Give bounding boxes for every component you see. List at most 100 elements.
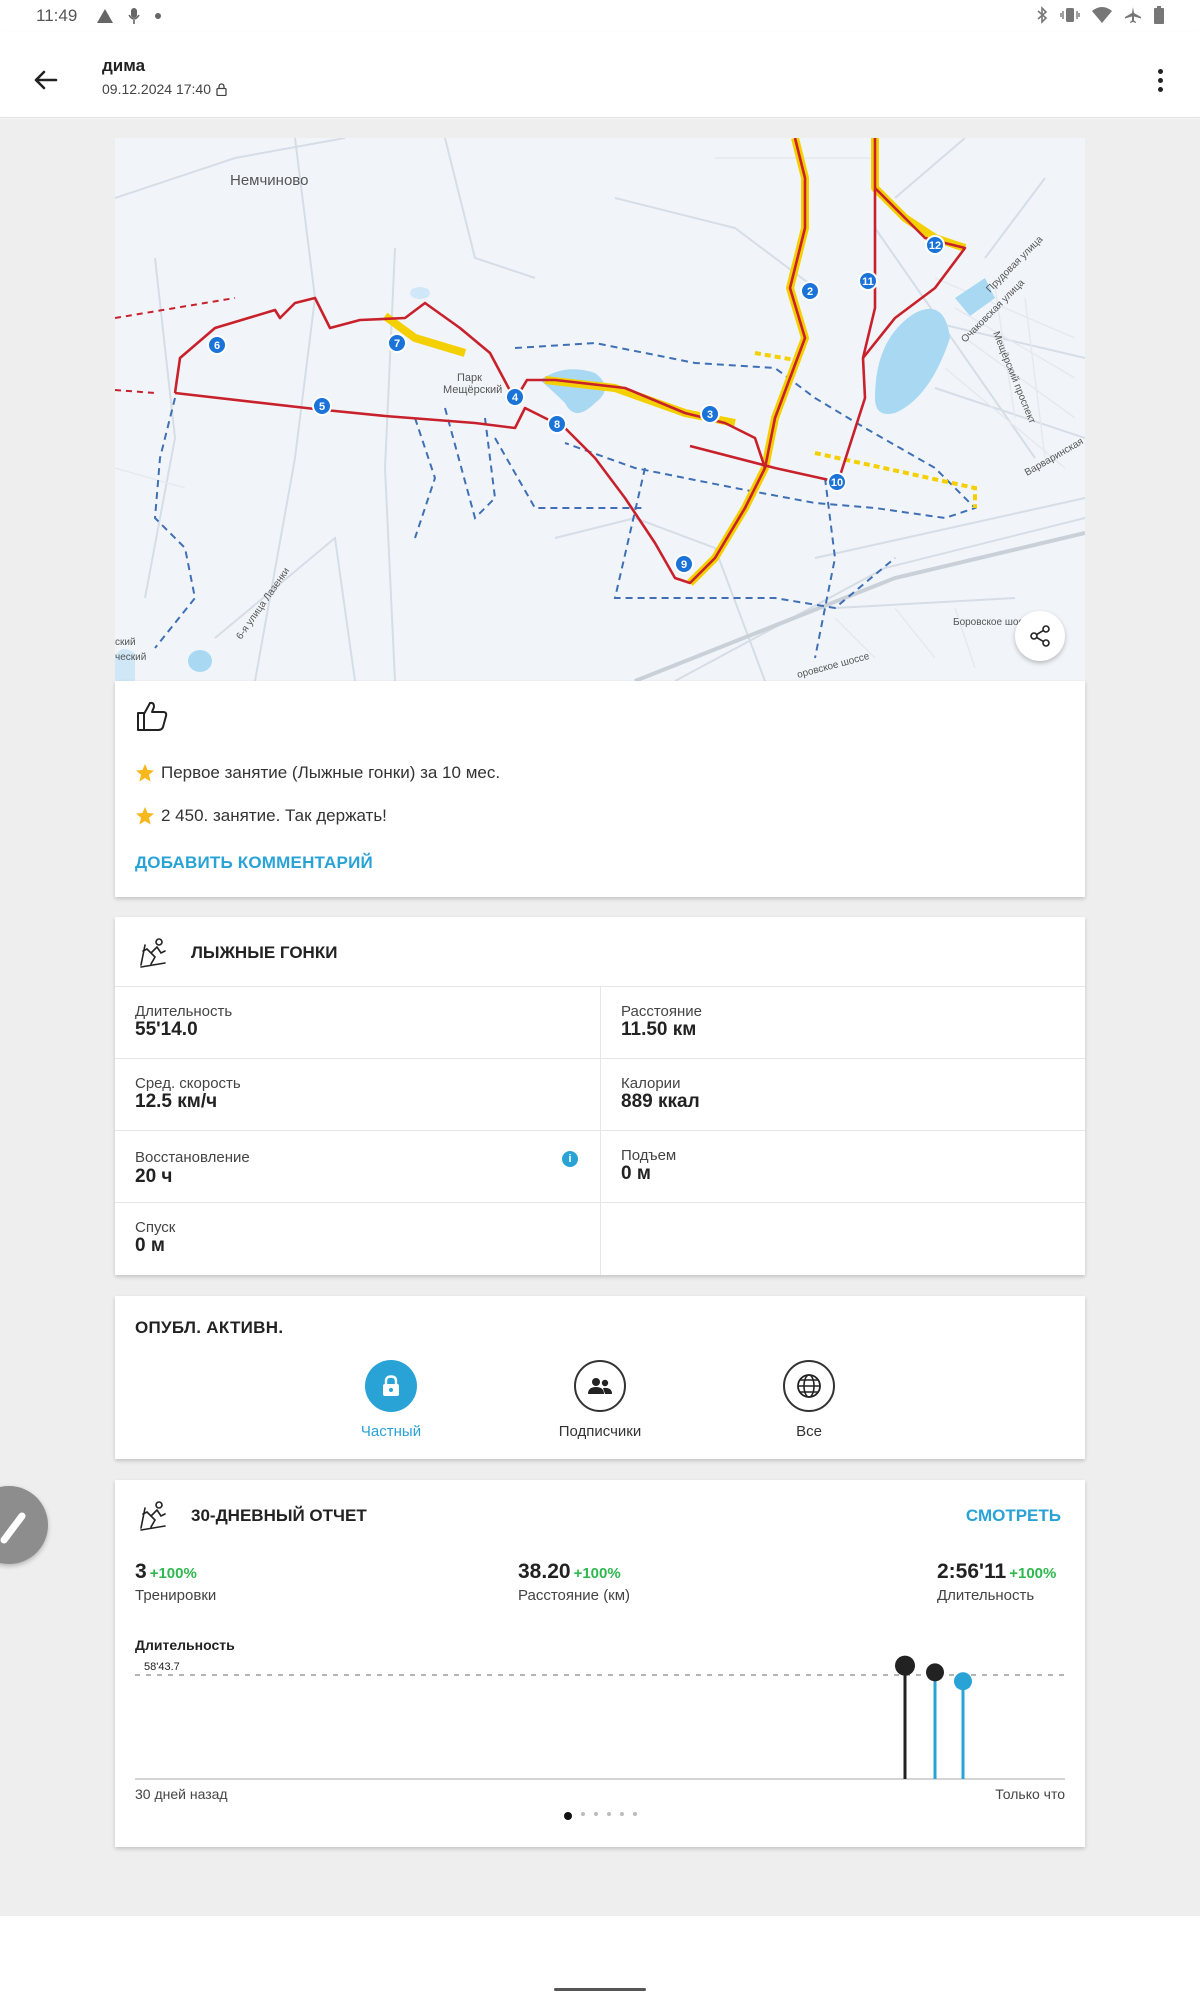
lap-marker-12[interactable]: 12 (925, 235, 945, 255)
lap-marker-7[interactable]: 7 (387, 333, 407, 353)
lap-marker-8[interactable]: 8 (547, 414, 567, 434)
svg-text:12: 12 (929, 240, 941, 252)
stat-distance: Расстояние 11.50 км (600, 987, 1085, 1059)
svg-text:10: 10 (831, 477, 843, 489)
lap-marker-10[interactable]: 10 (827, 472, 847, 492)
chart-bars (895, 1655, 972, 1779)
activity-datetime: 09.12.2024 17:40 (102, 81, 227, 97)
place-label-park: Парк (457, 372, 482, 384)
lap-marker-2[interactable]: 2 (800, 281, 820, 301)
lap-marker-6[interactable]: 6 (207, 335, 227, 355)
svg-text:2: 2 (807, 286, 813, 298)
more-vert-icon-dot (1157, 86, 1163, 92)
back-button[interactable] (26, 60, 66, 100)
stat-descent: Спуск 0 м (115, 1203, 600, 1275)
stat-value: 20 ч (135, 1166, 173, 1187)
report-header: 30-ДНЕВНЫЙ ОТЧЕТ СМОТРЕТЬ (115, 1480, 1085, 1546)
activity-header: ЛЫЖНЫЕ ГОНКИ (115, 917, 1085, 987)
svg-text:4: 4 (512, 392, 519, 404)
summary-label: Тренировки (135, 1587, 217, 1604)
publish-title: ОПУБЛ. АКТИВН. (135, 1318, 284, 1337)
route-map-canvas: 2 3 4 5 6 7 8 9 10 11 12 Немчиново Парк … (115, 138, 1085, 681)
page-dot[interactable] (632, 1812, 637, 1816)
place-label-park-line2: Мещёрский (443, 384, 502, 396)
lock-icon (383, 1375, 399, 1396)
visibility-everyone[interactable]: Все (739, 1360, 879, 1440)
stat-label: Расстояние (621, 1003, 703, 1020)
lap-marker-5[interactable]: 5 (312, 396, 332, 416)
stat-ascent: Подъем 0 м (600, 1131, 1085, 1203)
achievement-text: Первое занятие (Лыжные гонки) за 10 мес. (161, 763, 501, 782)
stat-label: Восстановление (135, 1149, 250, 1166)
page-dot[interactable] (563, 1812, 572, 1820)
svg-text:11: 11 (862, 276, 874, 288)
stat-recovery: Восстановление 20 ч i (115, 1131, 600, 1203)
achievement-item: 2 450. занятие. Так держать! (135, 806, 387, 826)
stat-value: 12.5 км/ч (135, 1091, 218, 1112)
place-label-nemchinovo: Немчиново (230, 172, 308, 189)
chart-title: Длительность (135, 1637, 235, 1653)
cross-country-ski-icon (140, 1501, 166, 1531)
visibility-private[interactable]: Частный (321, 1360, 461, 1440)
page-dot[interactable] (593, 1812, 598, 1816)
chart-axis-end: Только что (995, 1786, 1065, 1802)
page-dot[interactable] (619, 1812, 624, 1816)
publish-visibility-card: ОПУБЛ. АКТИВН. Частный Подписчики Все (115, 1296, 1085, 1459)
view-report-link[interactable]: СМОТРЕТЬ (966, 1506, 1061, 1526)
chart-bar-head[interactable] (926, 1663, 944, 1682)
battery-icon (1154, 6, 1164, 24)
arrow-left-icon (34, 70, 58, 90)
visibility-followers[interactable]: Подписчики (530, 1360, 670, 1440)
stat-empty-cell (600, 1203, 1085, 1275)
share-button[interactable] (1015, 611, 1065, 661)
route-map[interactable]: 2 3 4 5 6 7 8 9 10 11 12 Немчиново Парк … (115, 138, 1085, 681)
add-comment-button[interactable]: ДОБАВИТЬ КОММЕНТАРИЙ (135, 853, 373, 873)
summary-change: +100% (1009, 1565, 1057, 1582)
more-vert-icon-dot (1157, 77, 1163, 83)
stat-value: 0 м (621, 1163, 651, 1184)
warning-triangle-icon (97, 9, 113, 23)
thirty-day-report-card: 30-ДНЕВНЫЙ ОТЧЕТ СМОТРЕТЬ 3 +100% Трениро… (115, 1480, 1085, 1847)
lock-icon (216, 82, 227, 96)
stat-label: Сред. скорость (135, 1075, 241, 1092)
place-label-cut1: ский (115, 637, 136, 648)
summary-label: Расстояние (км) (518, 1587, 631, 1604)
lap-marker-11[interactable]: 11 (858, 271, 878, 291)
share-icon (1030, 625, 1050, 647)
status-time: 11:49 (36, 6, 78, 25)
thumbs-up-icon (137, 701, 168, 731)
chart-bar-head[interactable] (895, 1655, 915, 1676)
edit-fab-button[interactable] (0, 1486, 48, 1564)
app-bar: дима 09.12.2024 17:40 (0, 32, 1200, 118)
page-dot[interactable] (606, 1812, 611, 1816)
like-button[interactable] (135, 699, 171, 735)
stat-value: 55'14.0 (135, 1019, 198, 1040)
star-icon (136, 807, 154, 825)
notification-dot-icon (155, 13, 161, 19)
reactions-card: Первое занятие (Лыжные гонки) за 10 мес.… (115, 681, 1085, 897)
lap-marker-9[interactable]: 9 (674, 554, 694, 574)
lap-marker-4[interactable]: 4 (505, 387, 525, 407)
page-indicator[interactable] (115, 1812, 1085, 1820)
edit-pencil-icon (0, 1512, 26, 1544)
svg-text:6: 6 (214, 340, 220, 352)
chart-axis-start: 30 дней назад (135, 1786, 228, 1802)
chart-bar-head[interactable] (954, 1672, 972, 1691)
achievement-text: 2 450. занятие. Так держать! (161, 806, 387, 825)
summary-workouts: 3 +100% Тренировки (135, 1560, 216, 1604)
page-title: дима (102, 56, 146, 75)
duration-chart: 58'43.7 (135, 1655, 1065, 1780)
gesture-handle[interactable] (554, 1988, 646, 1991)
stat-calories: Калории 889 ккал (600, 1059, 1085, 1131)
info-icon[interactable]: i (562, 1151, 578, 1167)
visibility-everyone-circle (783, 1360, 835, 1412)
summary-label: Длительность (937, 1587, 1035, 1604)
more-options-button[interactable] (1142, 62, 1178, 98)
status-right-icons (1036, 6, 1164, 24)
stat-label: Длительность (135, 1003, 233, 1020)
summary-change: +100% (573, 1565, 621, 1582)
page-dot[interactable] (580, 1812, 585, 1816)
summary-change: +100% (149, 1565, 197, 1582)
visibility-followers-circle (574, 1360, 626, 1412)
lap-marker-3[interactable]: 3 (700, 404, 720, 424)
